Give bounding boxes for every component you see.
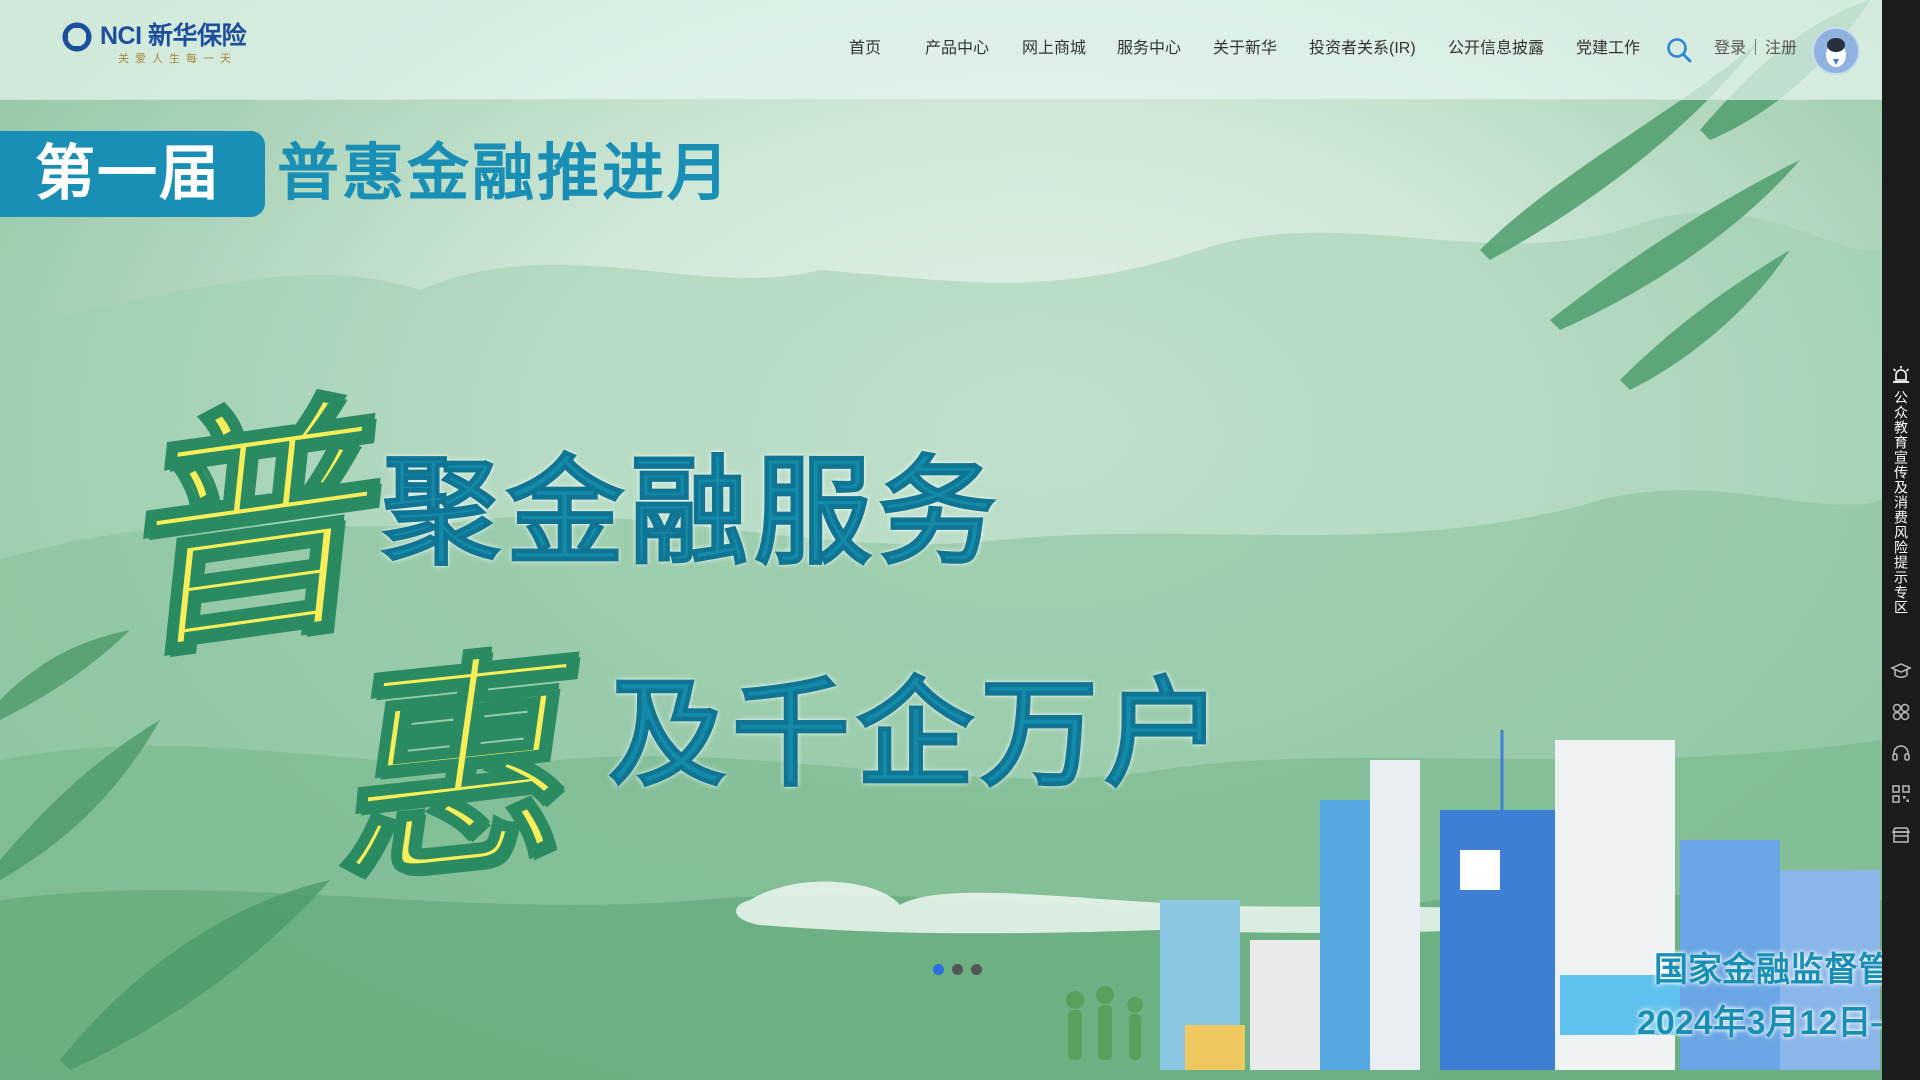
- login-link[interactable]: 登录: [1714, 40, 1746, 57]
- event-title: 普惠金融推进月: [277, 139, 733, 208]
- store-icon[interactable]: [1890, 824, 1912, 846]
- carousel-dot-3[interactable]: [971, 964, 982, 975]
- public-education-entry[interactable]: 公众教育宣传及消费风险提示专区: [1882, 364, 1920, 615]
- nav-item-disclosure[interactable]: 公开信息披露: [1448, 36, 1544, 62]
- alarm-light-icon: [1892, 366, 1910, 383]
- headset-icon[interactable]: [1890, 742, 1912, 764]
- nci-logo-icon: [60, 20, 94, 54]
- notice-line-1: 国家金融监督管理: [1654, 951, 1882, 989]
- carousel-dot-2[interactable]: [952, 964, 963, 975]
- logo-text: NCI 新华保险: [100, 22, 247, 50]
- register-link[interactable]: 注册: [1765, 40, 1797, 57]
- site-header: NCI 新华保险 关爱人生每一天 首页 产品中心 网上商城 服务中心 关于新华 …: [0, 0, 1882, 100]
- public-education-label: 公众教育宣传及消费风险提示专区: [1893, 390, 1909, 615]
- hero-banner[interactable]: 第一届 普惠金融推进月 普 惠 聚金融服务 及千企万户 国家金融监督管理 202…: [0, 0, 1882, 1080]
- nav-item-products[interactable]: 产品中心: [925, 36, 989, 62]
- nav-item-service-center[interactable]: 服务中心: [1117, 36, 1181, 62]
- page: 第一届 普惠金融推进月 普 惠 聚金融服务 及千企万户 国家金融监督管理 202…: [0, 0, 1920, 1080]
- auth-divider: [1755, 39, 1757, 55]
- avatar[interactable]: [1812, 27, 1860, 75]
- calligraphy-char-hui: 惠: [312, 623, 573, 920]
- notice-line-2: 2024年3月12日—4月: [1637, 1004, 1882, 1042]
- site-logo[interactable]: NCI 新华保险 关爱人生每一天: [60, 20, 260, 76]
- nav-item-about[interactable]: 关于新华: [1213, 36, 1277, 62]
- nav-item-party-building[interactable]: 党建工作: [1576, 36, 1640, 62]
- slogan-line-1: 聚金融服务: [381, 447, 1003, 579]
- nav-item-investor-relations[interactable]: 投资者关系(IR): [1309, 36, 1416, 62]
- logo-slogan: 关爱人生每一天: [118, 53, 237, 65]
- mascot-icon: [1814, 29, 1858, 73]
- auth-links: 登录 注册: [1714, 36, 1797, 62]
- nav-item-online-mall[interactable]: 网上商城: [1022, 36, 1086, 62]
- carousel-dots: [933, 964, 982, 975]
- floating-sidebar: 公众教育宣传及消费风险提示专区: [1882, 0, 1920, 1080]
- graduation-cap-icon[interactable]: [1890, 660, 1912, 682]
- search-icon[interactable]: [1665, 36, 1693, 64]
- qr-code-icon[interactable]: [1890, 783, 1912, 805]
- nav-item-home[interactable]: 首页: [849, 36, 881, 62]
- carousel-dot-1[interactable]: [933, 964, 944, 975]
- event-badge: 第一届: [0, 131, 265, 217]
- slogan-line-2: 及千企万户: [607, 669, 1229, 801]
- apps-icon[interactable]: [1890, 701, 1912, 723]
